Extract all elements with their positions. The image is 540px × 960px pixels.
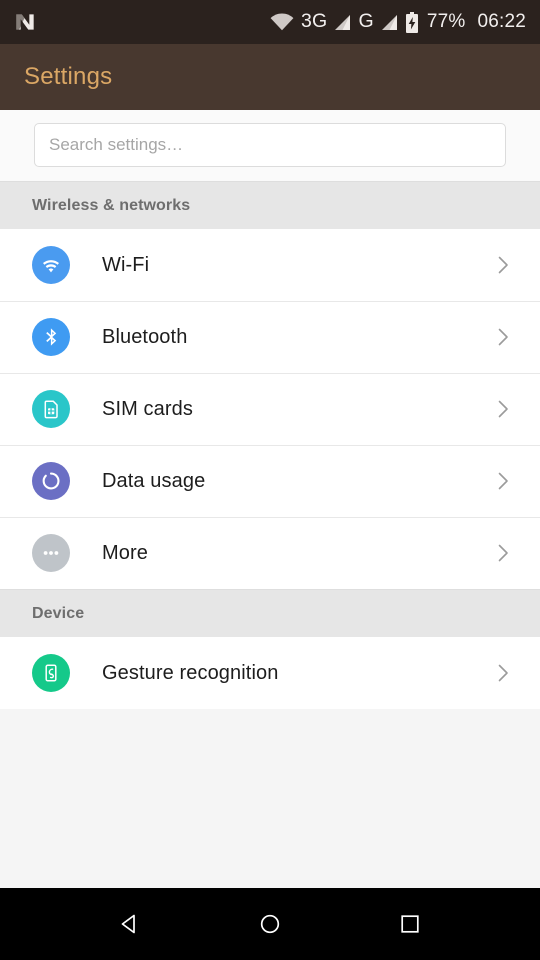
search-input[interactable] <box>49 135 491 155</box>
data-usage-donut-icon <box>32 462 70 500</box>
phone-screen: 3G G 77% 06:22 Settings Search settings…… <box>0 0 540 960</box>
chevron-right-icon <box>490 396 516 422</box>
battery-percent-label: 77% <box>426 11 466 32</box>
settings-item-sim-cards[interactable]: SIM cards <box>0 373 540 445</box>
status-bar: 3G G 77% 06:22 <box>0 0 540 44</box>
sim-card-icon <box>32 390 70 428</box>
network-type-2-label: G <box>358 10 374 33</box>
wifi-icon <box>270 13 294 31</box>
signal-bars-1-icon <box>334 14 351 31</box>
signal-bars-2-icon <box>381 14 398 31</box>
settings-item-wifi[interactable]: Wi-Fi <box>0 229 540 301</box>
settings-item-label: SIM cards <box>102 397 193 420</box>
status-bar-right: 3G G 77% 06:22 <box>270 11 526 33</box>
status-bar-clock: 06:22 <box>477 11 526 32</box>
settings-item-more[interactable]: More <box>0 517 540 589</box>
section-header-label: Wireless & networks <box>32 196 191 214</box>
system-navigation-bar <box>0 888 540 960</box>
search-box[interactable] <box>34 123 506 167</box>
chevron-right-icon <box>490 252 516 278</box>
gesture-recognition-icon <box>32 654 70 692</box>
chevron-right-icon <box>490 324 516 350</box>
chevron-right-icon <box>490 540 516 566</box>
network-type-1-label: 3G <box>301 10 328 33</box>
page-title: Settings <box>24 63 113 90</box>
nav-back-button[interactable] <box>102 896 158 952</box>
section-header-label: Device <box>32 604 85 622</box>
back-triangle-icon <box>115 909 145 939</box>
settings-item-gesture-recognition[interactable]: Gesture recognition <box>0 637 540 709</box>
settings-item-data-usage[interactable]: Data usage <box>0 445 540 517</box>
settings-item-bluetooth[interactable]: Bluetooth <box>0 301 540 373</box>
search-bar-container <box>0 110 540 181</box>
nav-home-button[interactable] <box>242 896 298 952</box>
chevron-right-icon <box>490 660 516 686</box>
settings-item-label: Wi-Fi <box>102 253 150 276</box>
section-header-wireless-networks: Wireless & networks <box>0 181 540 229</box>
nav-recents-button[interactable] <box>382 896 438 952</box>
settings-content: Wireless & networks Wi-Fi <box>0 110 540 888</box>
section-header-device: Device <box>0 589 540 637</box>
app-bar: Settings <box>0 44 540 110</box>
settings-item-label: More <box>102 541 148 564</box>
recents-square-icon <box>395 909 425 939</box>
settings-item-label: Data usage <box>102 469 206 492</box>
status-bar-left <box>12 9 38 35</box>
battery-charging-icon <box>405 11 420 33</box>
settings-list-wireless-networks: Wi-Fi Bluetooth SIM cards Data usage Mor… <box>0 229 540 589</box>
android-n-logo-icon <box>12 9 38 35</box>
settings-item-label: Bluetooth <box>102 325 188 348</box>
settings-item-label: Gesture recognition <box>102 661 279 684</box>
chevron-right-icon <box>490 468 516 494</box>
bluetooth-icon <box>32 318 70 356</box>
empty-list-area <box>0 709 540 888</box>
more-dots-icon <box>32 534 70 572</box>
home-circle-icon <box>255 909 285 939</box>
wifi-icon <box>32 246 70 284</box>
settings-list-device: Gesture recognition <box>0 637 540 709</box>
